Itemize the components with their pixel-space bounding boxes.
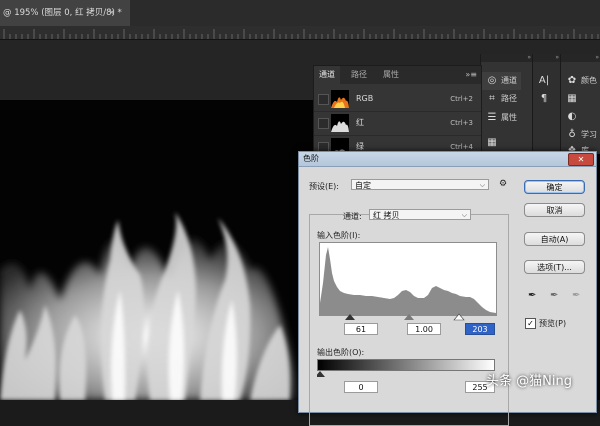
- type-panel-strip: » A| ¶: [532, 54, 561, 154]
- channels-panel-tabs: 通道 路径 属性 »≡: [314, 66, 481, 84]
- input-gamma-field[interactable]: 1.00: [407, 323, 441, 335]
- channel-select[interactable]: 红 拷贝 ⌵: [369, 209, 471, 220]
- watermark: 头条 @猫Ning: [486, 374, 572, 389]
- strip-item-swatches[interactable]: ▦: [565, 90, 581, 108]
- visibility-toggle[interactable]: [318, 118, 329, 129]
- red-channel-thumbnail: [331, 121, 349, 132]
- output-black-slider[interactable]: [317, 371, 325, 377]
- ruler-ticks: [3, 29, 599, 39]
- chevron-down-icon: ⌵: [461, 211, 467, 219]
- auto-button[interactable]: 自动(A): [524, 232, 585, 246]
- adjustments-icon: ◐: [567, 111, 577, 122]
- dialog-title-bar[interactable]: 色阶 ✕: [299, 152, 596, 167]
- channel-thumbnail: [331, 90, 349, 108]
- preset-value: 自定: [355, 181, 371, 190]
- collapsed-panel-strip: » ◎ 通道 ⌗ 路径 ☰ 属性 ▦: [480, 54, 533, 154]
- panel-collapse-icon[interactable]: »: [533, 54, 561, 62]
- channel-shortcut: Ctrl+3: [450, 119, 473, 127]
- strip-item-channels[interactable]: ◎ 通道: [481, 72, 521, 90]
- gray-eyedropper-icon[interactable]: ✒: [550, 290, 558, 301]
- options-button[interactable]: 选项(T)...: [524, 260, 585, 274]
- histogram: [319, 242, 497, 316]
- channel-name: RGB: [356, 94, 374, 103]
- strip-item-adjustments[interactable]: ◐: [565, 108, 581, 126]
- gamma-slider[interactable]: [404, 314, 414, 320]
- tab-properties[interactable]: 属性: [378, 66, 404, 84]
- cancel-button[interactable]: 取消: [524, 203, 585, 217]
- input-sliders[interactable]: [319, 313, 495, 321]
- output-sliders[interactable]: [317, 370, 497, 378]
- preset-label: 预设(E):: [309, 182, 339, 191]
- input-levels-label: 输入色阶(I):: [317, 231, 361, 240]
- channel-row-red[interactable]: 红 Ctrl+3: [314, 111, 481, 136]
- input-white-field[interactable]: 203: [465, 323, 495, 335]
- color-panel-strip: » ✿颜色 ▦ ◐ ♁学习 ❖库: [560, 54, 600, 156]
- tab-channels[interactable]: 通道: [314, 66, 340, 84]
- panel-collapse-icon[interactable]: »: [481, 54, 533, 62]
- paths-icon: ⌗: [489, 93, 495, 104]
- color-palette-icon: ✿: [567, 75, 577, 86]
- grid-swatches-icon: ▦: [567, 93, 577, 104]
- preview-checkbox[interactable]: ✓: [525, 318, 536, 329]
- properties-icon: ☰: [487, 112, 497, 123]
- preset-select[interactable]: 自定 ⌵: [351, 179, 489, 190]
- horizontal-ruler: [0, 26, 600, 40]
- input-black-field[interactable]: 61: [344, 323, 378, 335]
- paragraph-panel-button[interactable]: ¶: [537, 90, 553, 108]
- channel-label: 通道:: [343, 212, 362, 221]
- channel-shortcut: Ctrl+2: [450, 95, 473, 103]
- document-tab-title: @ 195% (图层 0, 红 拷贝/8) *: [3, 8, 122, 18]
- preset-options-gear-icon[interactable]: ⚙: [499, 179, 507, 189]
- strip-item-extra[interactable]: ▦: [485, 134, 501, 152]
- output-levels-label: 输出色阶(O):: [317, 348, 365, 357]
- panel-menu-icon[interactable]: »≡: [465, 66, 477, 84]
- close-icon[interactable]: ✕: [568, 153, 594, 166]
- panel-collapse-icon[interactable]: »: [561, 54, 600, 62]
- rgb-fire-thumbnail: [331, 97, 349, 108]
- ok-button[interactable]: 确定: [524, 180, 585, 194]
- channel-value: 红 拷贝: [373, 211, 400, 220]
- chevron-down-icon: ⌵: [479, 181, 485, 189]
- channel-name: 红: [356, 118, 364, 127]
- document-tab-bar: @ 195% (图层 0, 红 拷贝/8) * ×: [0, 0, 600, 27]
- strip-item-properties[interactable]: ☰ 属性: [485, 109, 517, 127]
- white-point-slider[interactable]: [453, 313, 465, 321]
- strip-item-paths[interactable]: ⌗ 路径: [485, 90, 517, 108]
- paragraph-icon: ¶: [540, 93, 548, 104]
- tab-paths[interactable]: 路径: [346, 66, 372, 84]
- dialog-title: 色阶: [303, 154, 319, 163]
- strip-item-color[interactable]: ✿ 颜色: [565, 72, 597, 90]
- black-point-slider[interactable]: [345, 314, 355, 320]
- output-black-field[interactable]: 0: [344, 381, 378, 393]
- visibility-toggle[interactable]: [318, 94, 329, 105]
- channels-panel: 通道 路径 属性 »≡ RGB Ctrl+2 红 Ctrl+3 绿 Ctrl+4: [313, 65, 482, 155]
- black-eyedropper-icon[interactable]: ✒: [528, 290, 536, 301]
- character-icon: A|: [538, 75, 550, 86]
- layers-icon: ▦: [487, 137, 497, 148]
- close-tab-icon[interactable]: ×: [108, 0, 116, 26]
- white-eyedropper-icon[interactable]: ✒: [572, 290, 580, 301]
- channel-row-rgb[interactable]: RGB Ctrl+2: [314, 87, 481, 112]
- histogram-graph: [320, 247, 496, 315]
- character-panel-button[interactable]: A|: [537, 72, 553, 90]
- preview-label: 预览(P): [539, 319, 567, 328]
- channel-thumbnail: [331, 114, 349, 132]
- channels-icon: ◎: [487, 75, 497, 86]
